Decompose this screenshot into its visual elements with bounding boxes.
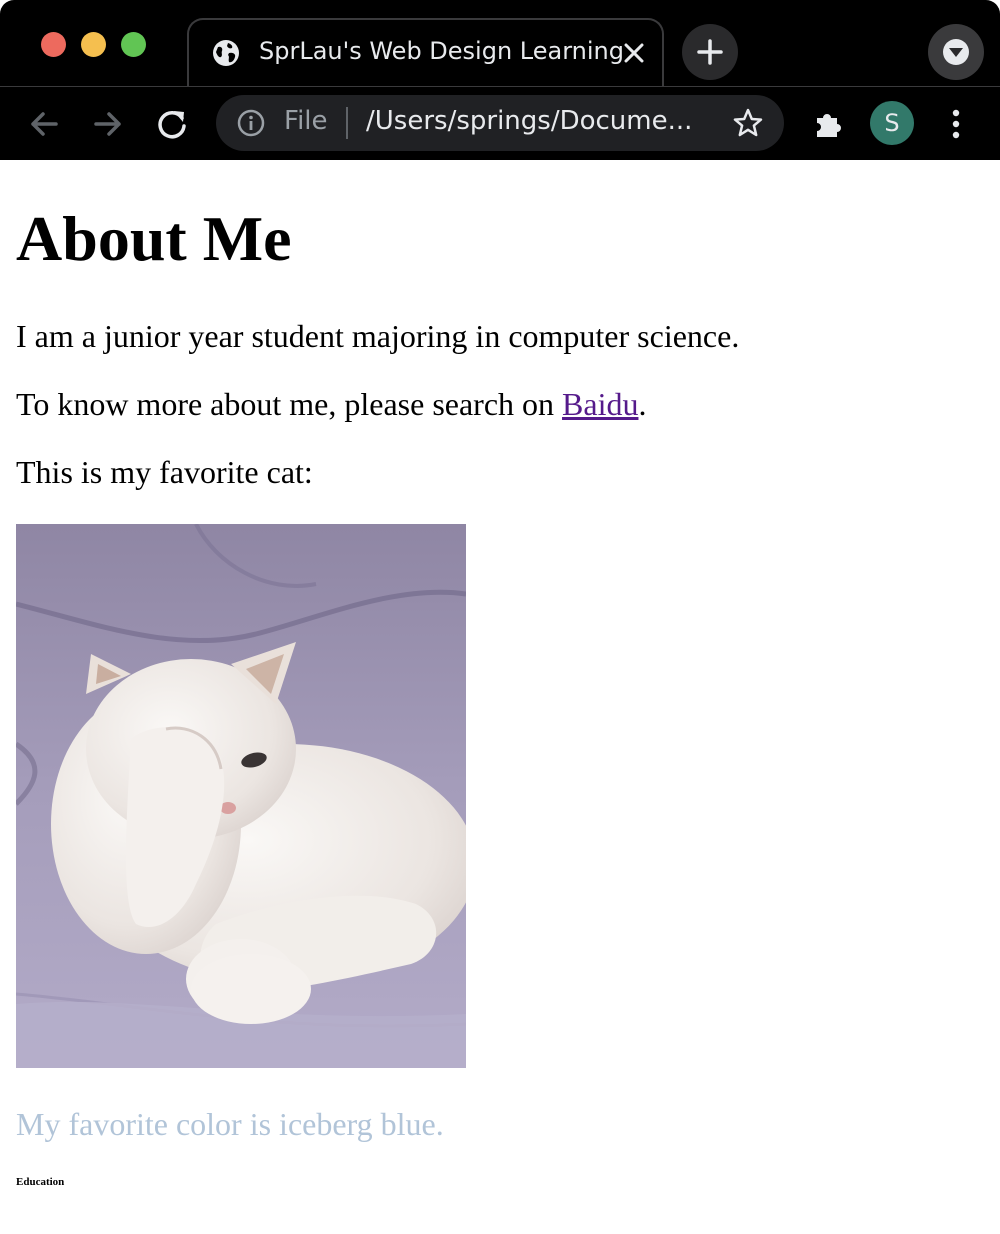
cat-photo [16,524,466,1068]
search-sentence: To know more about me, please search on … [16,386,646,423]
page-title: About Me [16,203,292,274]
close-icon[interactable] [621,40,647,66]
address-scheme-label: File [284,106,328,136]
address-bar[interactable]: File /Users/springs/Docume... [216,95,784,151]
tab-title: SprLau's Web Design Learning [259,37,624,65]
back-arrow-icon[interactable] [26,106,62,142]
puzzle-icon[interactable] [810,106,846,142]
cat-caption: This is my favorite cat: [16,454,313,490]
avatar[interactable]: S [870,101,914,145]
intro-text: I am a junior year student majoring in c… [16,318,740,354]
favorite-color-text: My favorite color is iceberg blue. [16,1106,444,1142]
address-url[interactable]: /Users/springs/Docume... [366,106,706,136]
forward-arrow-icon[interactable] [90,106,126,142]
more-vertical-icon[interactable] [938,106,974,142]
globe-icon [213,40,239,66]
baidu-link[interactable]: Baidu [562,386,638,422]
toolbar: File /Users/springs/Docume... S [0,86,1000,160]
page-content: About Me I am a junior year student majo… [0,160,1000,1234]
address-divider [346,107,348,139]
education-heading: Education [16,1176,65,1188]
maximize-window-button[interactable] [121,32,146,57]
chevron-down-icon [943,39,969,65]
new-tab-button[interactable] [682,24,738,80]
search-suffix-text: . [638,386,647,422]
tab-active[interactable]: SprLau's Web Design Learning [187,18,664,86]
star-icon[interactable] [732,107,764,139]
close-window-button[interactable] [41,32,66,57]
reload-icon[interactable] [154,106,190,142]
tab-search-button[interactable] [928,24,984,80]
browser-window: SprLau's Web Design Learning File /Users… [0,0,1000,1234]
plus-icon [697,39,723,65]
info-icon[interactable] [236,108,266,138]
tab-bar: SprLau's Web Design Learning [0,0,1000,86]
search-prefix-text: To know more about me, please search on [16,386,563,422]
minimize-window-button[interactable] [81,32,106,57]
